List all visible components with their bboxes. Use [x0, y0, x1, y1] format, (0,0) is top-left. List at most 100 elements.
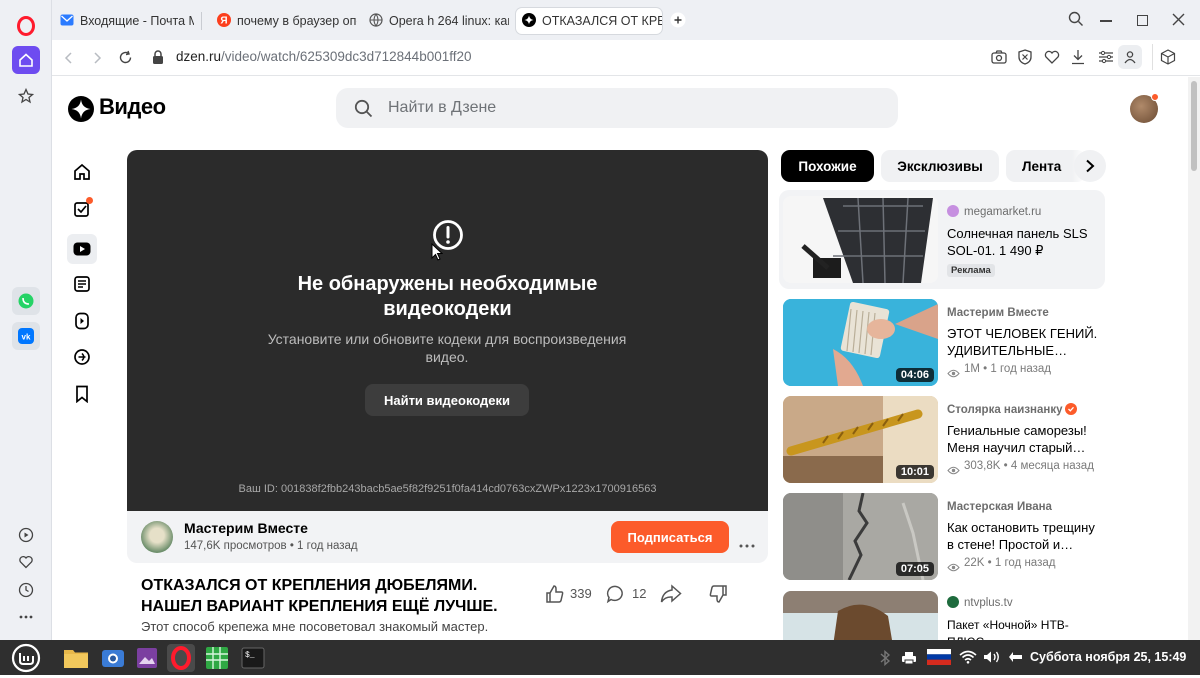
- tab-search-icon[interactable]: [1068, 11, 1084, 32]
- new-tab-icon[interactable]: [670, 12, 686, 28]
- chip-exclusives[interactable]: Эксклюзивы: [881, 150, 999, 182]
- forward-icon[interactable]: [90, 51, 104, 70]
- comment-icon[interactable]: [606, 584, 626, 609]
- svg-text:vk: vk: [22, 333, 31, 342]
- channel-name[interactable]: Мастерим Вместе: [184, 520, 308, 536]
- opera-menu-icon[interactable]: [12, 12, 40, 40]
- bookmark-heart-icon[interactable]: [1044, 50, 1060, 69]
- minimize-icon[interactable]: [1100, 20, 1112, 22]
- whatsapp-icon[interactable]: [12, 287, 40, 315]
- card-channel[interactable]: Мастерская Ивана: [947, 501, 1052, 513]
- nav-news-icon[interactable]: [70, 345, 94, 369]
- spreadsheet-icon[interactable]: [203, 644, 231, 672]
- recommendation-card[interactable]: 04:06 Мастерим Вместе ЭТОТ ЧЕЛОВЕК ГЕНИЙ…: [779, 297, 1105, 387]
- share-icon[interactable]: [660, 584, 682, 609]
- video-player[interactable]: Не обнаружены необходимые видеокодеки Ус…: [127, 150, 768, 511]
- video-title-line: ОТКАЗАЛСЯ ОТ КРЕПЛЕНИЯ ДЮБЕЛЯМИ.: [141, 577, 478, 594]
- back-icon[interactable]: [62, 51, 76, 70]
- opera-taskbar-icon[interactable]: [167, 644, 195, 672]
- volume-icon[interactable]: [983, 650, 1001, 669]
- find-codecs-button[interactable]: Найти видеокодеки: [365, 384, 529, 416]
- terminal-icon[interactable]: $_: [239, 644, 267, 672]
- url-domain: dzen.ru: [176, 49, 222, 64]
- recommendation-card[interactable]: 10:01 Столярка наизнанку Гениальные само…: [779, 394, 1105, 484]
- more-icon[interactable]: [12, 603, 40, 631]
- easy-setup-icon[interactable]: [1098, 50, 1114, 69]
- nav-video-icon[interactable]: [67, 234, 97, 264]
- chip-similar[interactable]: Похожие: [781, 150, 874, 182]
- printer-icon[interactable]: [901, 651, 917, 670]
- tab-label: Opera h 264 linux: как: [389, 14, 509, 28]
- heart-icon[interactable]: [12, 548, 40, 576]
- codec-error-title: Не обнаружены необходимые видеокодеки: [297, 273, 598, 320]
- reload-icon[interactable]: [118, 50, 133, 70]
- search-icon: [354, 99, 373, 123]
- home-icon[interactable]: [12, 46, 40, 74]
- globe-icon: [369, 12, 383, 30]
- image-viewer-icon[interactable]: [133, 644, 161, 672]
- nav-shorts-icon[interactable]: [70, 309, 94, 333]
- recommendation-ad-card[interactable]: megamarket.ru Солнечная панель SLS SOL-0…: [779, 190, 1105, 289]
- dzen-logo-icon[interactable]: [68, 96, 94, 127]
- bluetooth-icon[interactable]: [879, 649, 891, 671]
- extensions-cube-icon[interactable]: [1160, 49, 1176, 70]
- like-icon[interactable]: [545, 584, 565, 609]
- tab-dzen[interactable]: ОТКАЗАЛСЯ ОТ КРЕПЛЕНИЯ: [516, 8, 662, 34]
- battery-icon[interactable]: [1008, 650, 1024, 669]
- screenshot-app-icon[interactable]: [99, 644, 127, 672]
- svg-text:$_: $_: [245, 651, 255, 660]
- scrollbar-thumb[interactable]: [1191, 81, 1197, 171]
- page-scrollbar[interactable]: [1188, 77, 1200, 640]
- maximize-icon[interactable]: [1137, 15, 1148, 26]
- card-meta: 22K • 1 год назад: [964, 557, 1056, 569]
- keyboard-layout-flag-icon[interactable]: [927, 649, 951, 665]
- files-icon[interactable]: [62, 644, 90, 672]
- verified-icon: [1065, 403, 1077, 415]
- player-icon[interactable]: [12, 521, 40, 549]
- wifi-icon[interactable]: [959, 650, 977, 669]
- card-channel[interactable]: Столярка наизнанку: [947, 404, 1062, 416]
- recommendation-ad-card[interactable]: ntvplus.tv Пакет «Ночной» НТВ-ПЛЮС.: [779, 589, 1105, 640]
- close-window-icon[interactable]: [1172, 13, 1185, 31]
- history-icon[interactable]: [12, 576, 40, 604]
- chips-next-icon[interactable]: [1074, 150, 1106, 182]
- video-duration: 04:06: [895, 368, 934, 382]
- video-title-line: НАШЕЛ ВАРИАНТ КРЕПЛЕНИЯ ЕЩЁ ЛУЧШЕ.: [141, 598, 498, 615]
- system-clock[interactable]: Суббота ноября 25, 15:49: [1030, 650, 1186, 664]
- mouse-cursor: [431, 242, 444, 266]
- card-channel[interactable]: Мастерим Вместе: [947, 307, 1049, 319]
- more-options-icon[interactable]: [739, 535, 755, 553]
- tab-yandex[interactable]: Я почему в браузер опера: [211, 8, 357, 34]
- tab-mail[interactable]: Входящие - Почта Mail: [54, 8, 194, 34]
- nav-home-icon[interactable]: [70, 160, 94, 184]
- pinboard-icon[interactable]: [12, 82, 40, 110]
- download-icon[interactable]: [1071, 49, 1085, 70]
- tab-opera-h264[interactable]: Opera h 264 linux: как: [363, 8, 509, 34]
- nav-articles-icon[interactable]: [70, 272, 94, 296]
- adblock-shield-icon[interactable]: [1018, 49, 1032, 70]
- mail-icon: [60, 14, 74, 29]
- logo-text[interactable]: Видео: [99, 94, 166, 120]
- profile-icon[interactable]: [1118, 45, 1142, 69]
- nav-badge-dot: [86, 197, 93, 204]
- card-title-line: в стене! Простой и…: [947, 537, 1074, 552]
- subscribe-button[interactable]: Подписаться: [611, 521, 729, 553]
- card-title-line: ЭТОТ ЧЕЛОВЕК ГЕНИЙ.: [947, 326, 1098, 341]
- video-thumbnail: 04:06: [783, 299, 938, 386]
- recommendation-card[interactable]: 07:05 Мастерская Ивана Как остановить тр…: [779, 491, 1105, 581]
- codec-error-subtitle: Установите или обновите кодеки для воспр…: [267, 331, 627, 365]
- channel-avatar[interactable]: [141, 521, 173, 553]
- search-box[interactable]: Найти в Дзене: [336, 88, 898, 128]
- camera-icon[interactable]: [991, 50, 1007, 69]
- url-field[interactable]: dzen.ru/video/watch/625309dc3d712844b001…: [176, 49, 472, 64]
- vk-icon[interactable]: vk: [12, 322, 40, 350]
- nav-bookmarks-icon[interactable]: [70, 382, 94, 406]
- card-channel[interactable]: ntvplus.tv: [964, 597, 1013, 609]
- card-title-line: SOL-01. 1 490 ₽: [947, 243, 1044, 258]
- lock-icon[interactable]: [152, 50, 164, 70]
- card-title: Как остановить трещину в стене! Простой …: [947, 519, 1102, 553]
- linux-mint-menu-icon[interactable]: [11, 643, 41, 678]
- dislike-icon[interactable]: [708, 584, 728, 609]
- card-channel[interactable]: megamarket.ru: [964, 206, 1041, 218]
- card-meta: 1M • 1 год назад: [964, 363, 1051, 375]
